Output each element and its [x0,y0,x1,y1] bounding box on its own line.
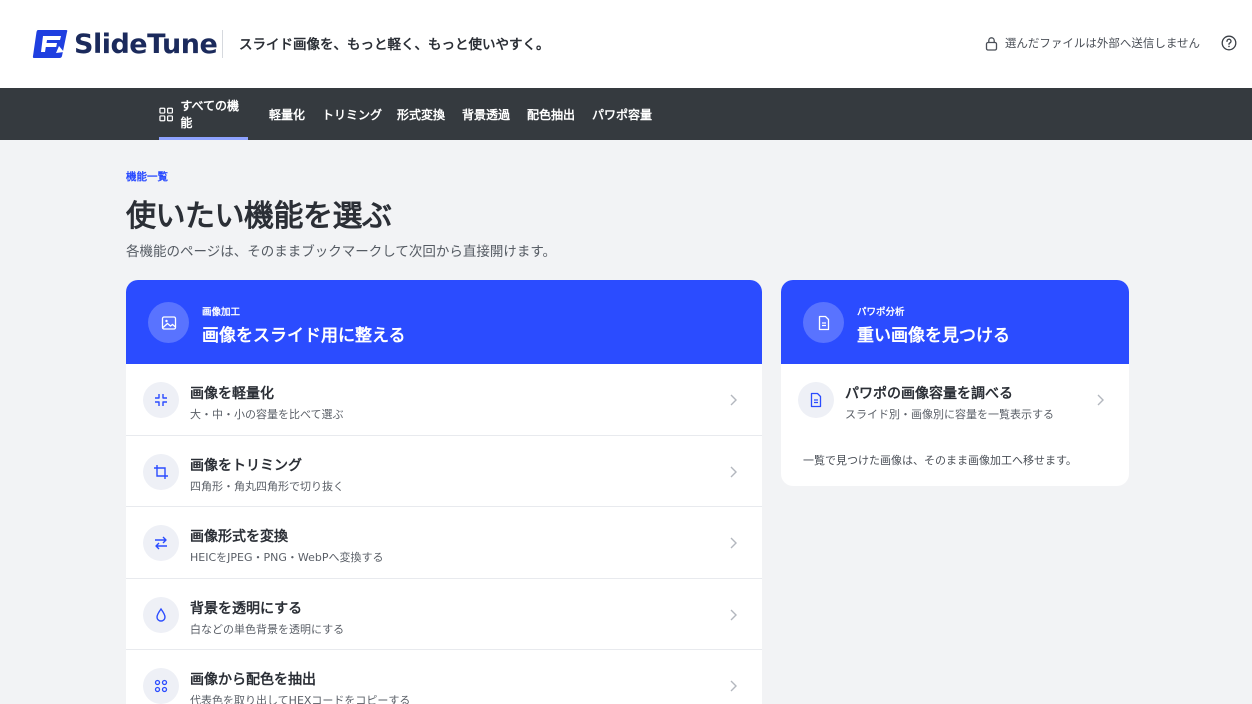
lock-icon [985,36,997,51]
nav-item-transparent[interactable]: 背景透過 [462,88,510,140]
chevron-right-icon [730,680,737,692]
header-divider [222,30,223,58]
card-header: パワポ分析 重い画像を見つける [781,280,1129,364]
nav-label: パワポ容量 [592,107,653,122]
chevron-right-icon [730,609,737,620]
card-header: 画像加工 画像をスライド用に整える [126,280,762,364]
nav-item-trim[interactable]: トリミング [322,88,382,140]
nav-label: 背景透過 [462,107,511,122]
privacy-text: 選んだファイルは外部へ送信しません [1004,36,1200,50]
feature-description: HEICをJPEG・PNG・WebPへ変換する [190,551,384,564]
nav-item-compress[interactable]: 軽量化 [269,88,305,140]
question-circle-icon[interactable] [1221,35,1237,51]
crop-icon [143,453,179,490]
feature-row-convert[interactable]: 画像形式を変換 HEICをJPEG・PNG・WebPへ変換する [126,507,762,579]
app-header: SlideTune スライド画像を、もっと軽く、もっと使いやすく。 選んだファイ… [0,0,1252,88]
nav-label: すべての機能 [180,99,240,130]
nav-label: 軽量化 [269,107,306,122]
page-title: 使いたい機能を選ぶ [126,199,392,234]
page-subtitle: 各機能のページは、そのままブックマークして次回から直接開けます。 [126,244,556,260]
palette-icon [143,668,179,704]
image-icon [148,302,189,343]
drop-icon [143,596,179,633]
image-editing-card: 画像加工 画像をスライド用に整える 画像を軽量化 大・中・小の容量を比べて選ぶ … [126,280,762,704]
file-icon [798,382,834,418]
nav-item-palette[interactable]: 配色抽出 [527,88,575,140]
document-icon [803,302,844,343]
feature-description: 大・中・小の容量を比べて選ぶ [190,408,344,421]
privacy-notice: 選んだファイルは外部へ送信しません [985,35,1200,51]
card-eyebrow: パワポ分析 [857,307,905,318]
chevron-right-icon [730,466,737,477]
feature-description: 四角形・角丸四角形で切り抜く [190,479,344,493]
feature-row-trim[interactable]: 画像をトリミング 四角形・角丸四角形で切り抜く [126,436,762,507]
pptx-analysis-card: パワポ分析 重い画像を見つける パワポの画像容量を調べる スライド別・画像別に容… [781,280,1129,486]
tagline: スライド画像を、もっと軽く、もっと使いやすく。 [239,37,550,53]
main-nav: すべての機能 軽量化 トリミング 形式変換 背景透過 配色抽出 パワポ容量 [0,88,1252,140]
nav-label: 形式変換 [397,107,446,122]
logo-text: SlideTune [74,28,218,60]
feature-description: 白などの単色背景を透明にする [190,622,345,636]
swap-icon [143,525,179,561]
grid-icon [159,107,174,121]
nav-item-convert[interactable]: 形式変換 [397,88,445,140]
nav-item-pptx-size[interactable]: パワポ容量 [592,88,652,140]
feature-title: 画像から配色を抽出 [190,672,316,688]
card-title: 画像をスライド用に整える [202,326,406,346]
chevron-right-icon [730,394,737,406]
card-eyebrow: 画像加工 [202,307,241,318]
nav-label: 配色抽出 [527,107,576,122]
feature-title: 背景を透明にする [190,600,303,617]
nav-item-all-features[interactable]: すべての機能 [159,88,248,140]
card-title: 重い画像を見つける [857,326,1010,346]
logo-mark-icon [32,30,68,58]
chevron-right-icon [1097,394,1104,406]
feature-row-pptx-size[interactable]: パワポの画像容量を調べる スライド別・画像別に容量を一覧表示する [781,364,1129,436]
feature-row-transparent[interactable]: 背景を透明にする 白などの単色背景を透明にする [126,579,762,650]
feature-description: スライド別・画像別に容量を一覧表示する [845,408,1054,421]
feature-description: 代表色を取り出してHEXコードをコピーする [190,694,411,704]
feature-title: 画像をトリミング [190,457,302,474]
section-eyebrow: 機能一覧 [126,171,168,183]
compress-icon [143,382,179,418]
chevron-right-icon [730,537,737,549]
nav-label: トリミング [322,107,383,122]
feature-row-palette[interactable]: 画像から配色を抽出 代表色を取り出してHEXコードをコピーする [126,650,762,704]
feature-row-compress[interactable]: 画像を軽量化 大・中・小の容量を比べて選ぶ [126,364,762,436]
feature-title: 画像を軽量化 [190,386,274,402]
logo[interactable]: SlideTune [32,24,218,64]
card-note: 一覧で見つけた画像は、そのまま画像加工へ移せます。 [803,454,1077,467]
feature-title: 画像形式を変換 [190,529,288,545]
feature-title: パワポの画像容量を調べる [845,386,1013,402]
